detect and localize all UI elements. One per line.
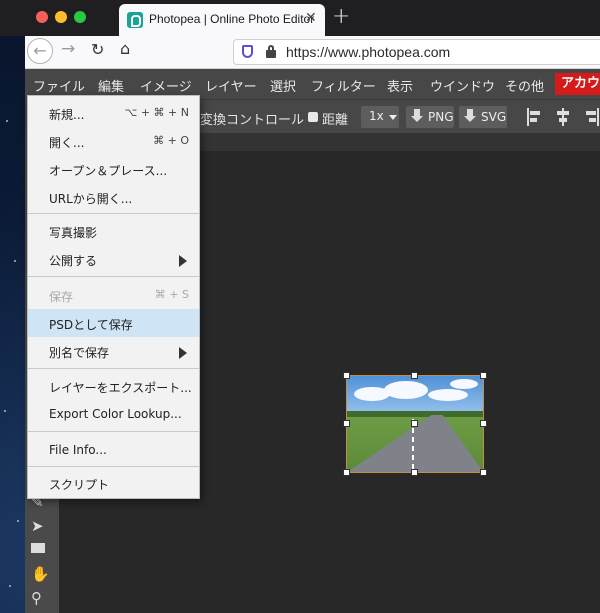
transform-handle[interactable] [480,420,487,427]
menu-item-take-photo[interactable]: 写真撮影 [28,217,199,245]
url-bar[interactable]: https://www.photopea.com [233,39,600,65]
download-icon [463,109,477,125]
menu-select[interactable]: 選択 [270,76,296,95]
menu-item-open[interactable]: 開く... ⌘ + O [28,127,199,155]
browser-nav-bar: ← → ↻ ⌂ https://www.photopea.com [25,36,600,69]
menu-item-publish[interactable]: 公開する [28,245,199,273]
transform-handle[interactable] [411,372,418,379]
transform-center-handle[interactable] [411,420,418,427]
align-center-icon[interactable] [555,108,571,126]
menu-item-shortcut: ⌘ + S [154,288,189,301]
menu-layer[interactable]: レイヤー [205,76,257,95]
photopea-logo-icon [127,12,143,28]
file-dropdown-menu: 新規... ⌥ + ⌘ + N 開く... ⌘ + O オープン＆プレース...… [27,95,200,499]
menu-separator [28,466,199,467]
menu-item-save-as[interactable]: 別名で保存 [28,337,199,365]
menu-more[interactable]: その他 [505,76,544,95]
transform-handle[interactable] [343,420,350,427]
transform-handle[interactable] [343,372,350,379]
url-text[interactable]: https://www.photopea.com [286,44,450,60]
menu-separator [28,368,199,369]
menu-item-shortcut: ⌘ + O [153,134,189,147]
tracking-shield-icon[interactable] [242,45,253,58]
menu-item-save[interactable]: 保存 ⌘ + S [28,281,199,309]
close-window-button[interactable] [36,11,48,23]
submenu-arrow-icon [179,255,187,267]
menu-item-label: スクリプト [49,478,110,492]
account-button[interactable]: アカウン [555,73,600,95]
menu-item-shortcut: ⌥ + ⌘ + N [124,106,189,119]
menu-item-file-info[interactable]: File Info... [28,436,199,464]
menu-item-open-place[interactable]: オープン＆プレース... [28,155,199,183]
export-png-button[interactable]: PNG [406,106,454,128]
export-svg-button[interactable]: SVG [459,106,507,128]
menu-item-label: 写真撮影 [49,226,98,240]
menu-item-script[interactable]: スクリプト [28,469,199,497]
caret-down-icon [389,115,397,120]
zoom-value: 1x [369,109,384,123]
align-left-icon[interactable] [527,108,543,126]
menu-item-save-as-psd[interactable]: PSDとして保存 [28,309,199,337]
browser-tab-bar: Photopea | Online Photo Editor ✕ + [0,0,600,36]
menu-item-label: 新規... [49,108,85,122]
transform-handle[interactable] [411,469,418,476]
menu-item-label: 保存 [49,290,74,304]
menu-item-open-url[interactable]: URLから開く... [28,183,199,211]
reload-icon[interactable]: ↻ [91,40,104,59]
menu-edit[interactable]: 編集 [98,76,124,95]
distance-checkbox[interactable] [308,112,318,122]
minimize-window-button[interactable] [55,11,67,23]
menu-separator [28,276,199,277]
zoom-select[interactable]: 1x [361,106,399,128]
menu-item-label: 開く... [49,136,85,150]
transform-controls-label[interactable]: 変換コントロール [200,109,304,128]
rectangle-tool-icon[interactable] [31,543,45,553]
menu-item-label: 公開する [49,254,98,268]
distance-label: 距離 [322,113,349,128]
export-png-label: PNG [428,110,454,124]
zoom-window-button[interactable] [74,11,86,23]
browser-tab-photopea[interactable]: Photopea | Online Photo Editor ✕ [119,4,325,36]
menu-item-label: レイヤーをエクスポート... [49,381,192,395]
transform-handle[interactable] [480,372,487,379]
download-icon [410,109,424,125]
menu-item-export-color-lookup[interactable]: Export Color Lookup... [28,400,199,428]
menu-item-export-layers[interactable]: レイヤーをエクスポート... [28,372,199,400]
menu-filter[interactable]: フィルター [311,76,376,95]
menu-item-label: 別名で保存 [49,346,110,360]
submenu-arrow-icon [179,347,187,359]
forward-button[interactable]: → [61,39,75,59]
tab-close-icon[interactable]: ✕ [305,10,317,26]
transform-handle[interactable] [343,469,350,476]
menu-item-label: URLから開く... [49,192,133,206]
menu-image[interactable]: イメージ [140,76,192,95]
lock-icon[interactable] [266,45,276,58]
back-button[interactable]: ← [27,38,53,64]
menu-window[interactable]: ウインドウ [430,76,495,95]
home-icon[interactable]: ⌂ [120,39,130,58]
align-right-icon[interactable] [583,108,599,126]
menu-separator [28,213,199,214]
menu-view[interactable]: 表示 [387,76,413,95]
menu-item-label: File Info... [49,443,107,457]
tab-title: Photopea | Online Photo Editor [149,12,315,26]
menu-file[interactable]: ファイル [33,76,85,95]
menu-separator [28,431,199,432]
menu-item-label: オープン＆プレース... [49,164,168,178]
menu-item-label: PSDとして保存 [49,318,133,332]
export-svg-label: SVG [481,110,507,124]
transform-handle[interactable] [480,469,487,476]
new-tab-button[interactable]: + [332,4,350,29]
menu-item-label: Export Color Lookup... [49,407,182,421]
path-select-tool-icon[interactable]: ➤ [31,517,44,535]
menu-item-new[interactable]: 新規... ⌥ + ⌘ + N [28,99,199,127]
zoom-tool-icon[interactable]: ⚲ [31,589,42,607]
hand-tool-icon[interactable]: ✋ [31,565,50,583]
